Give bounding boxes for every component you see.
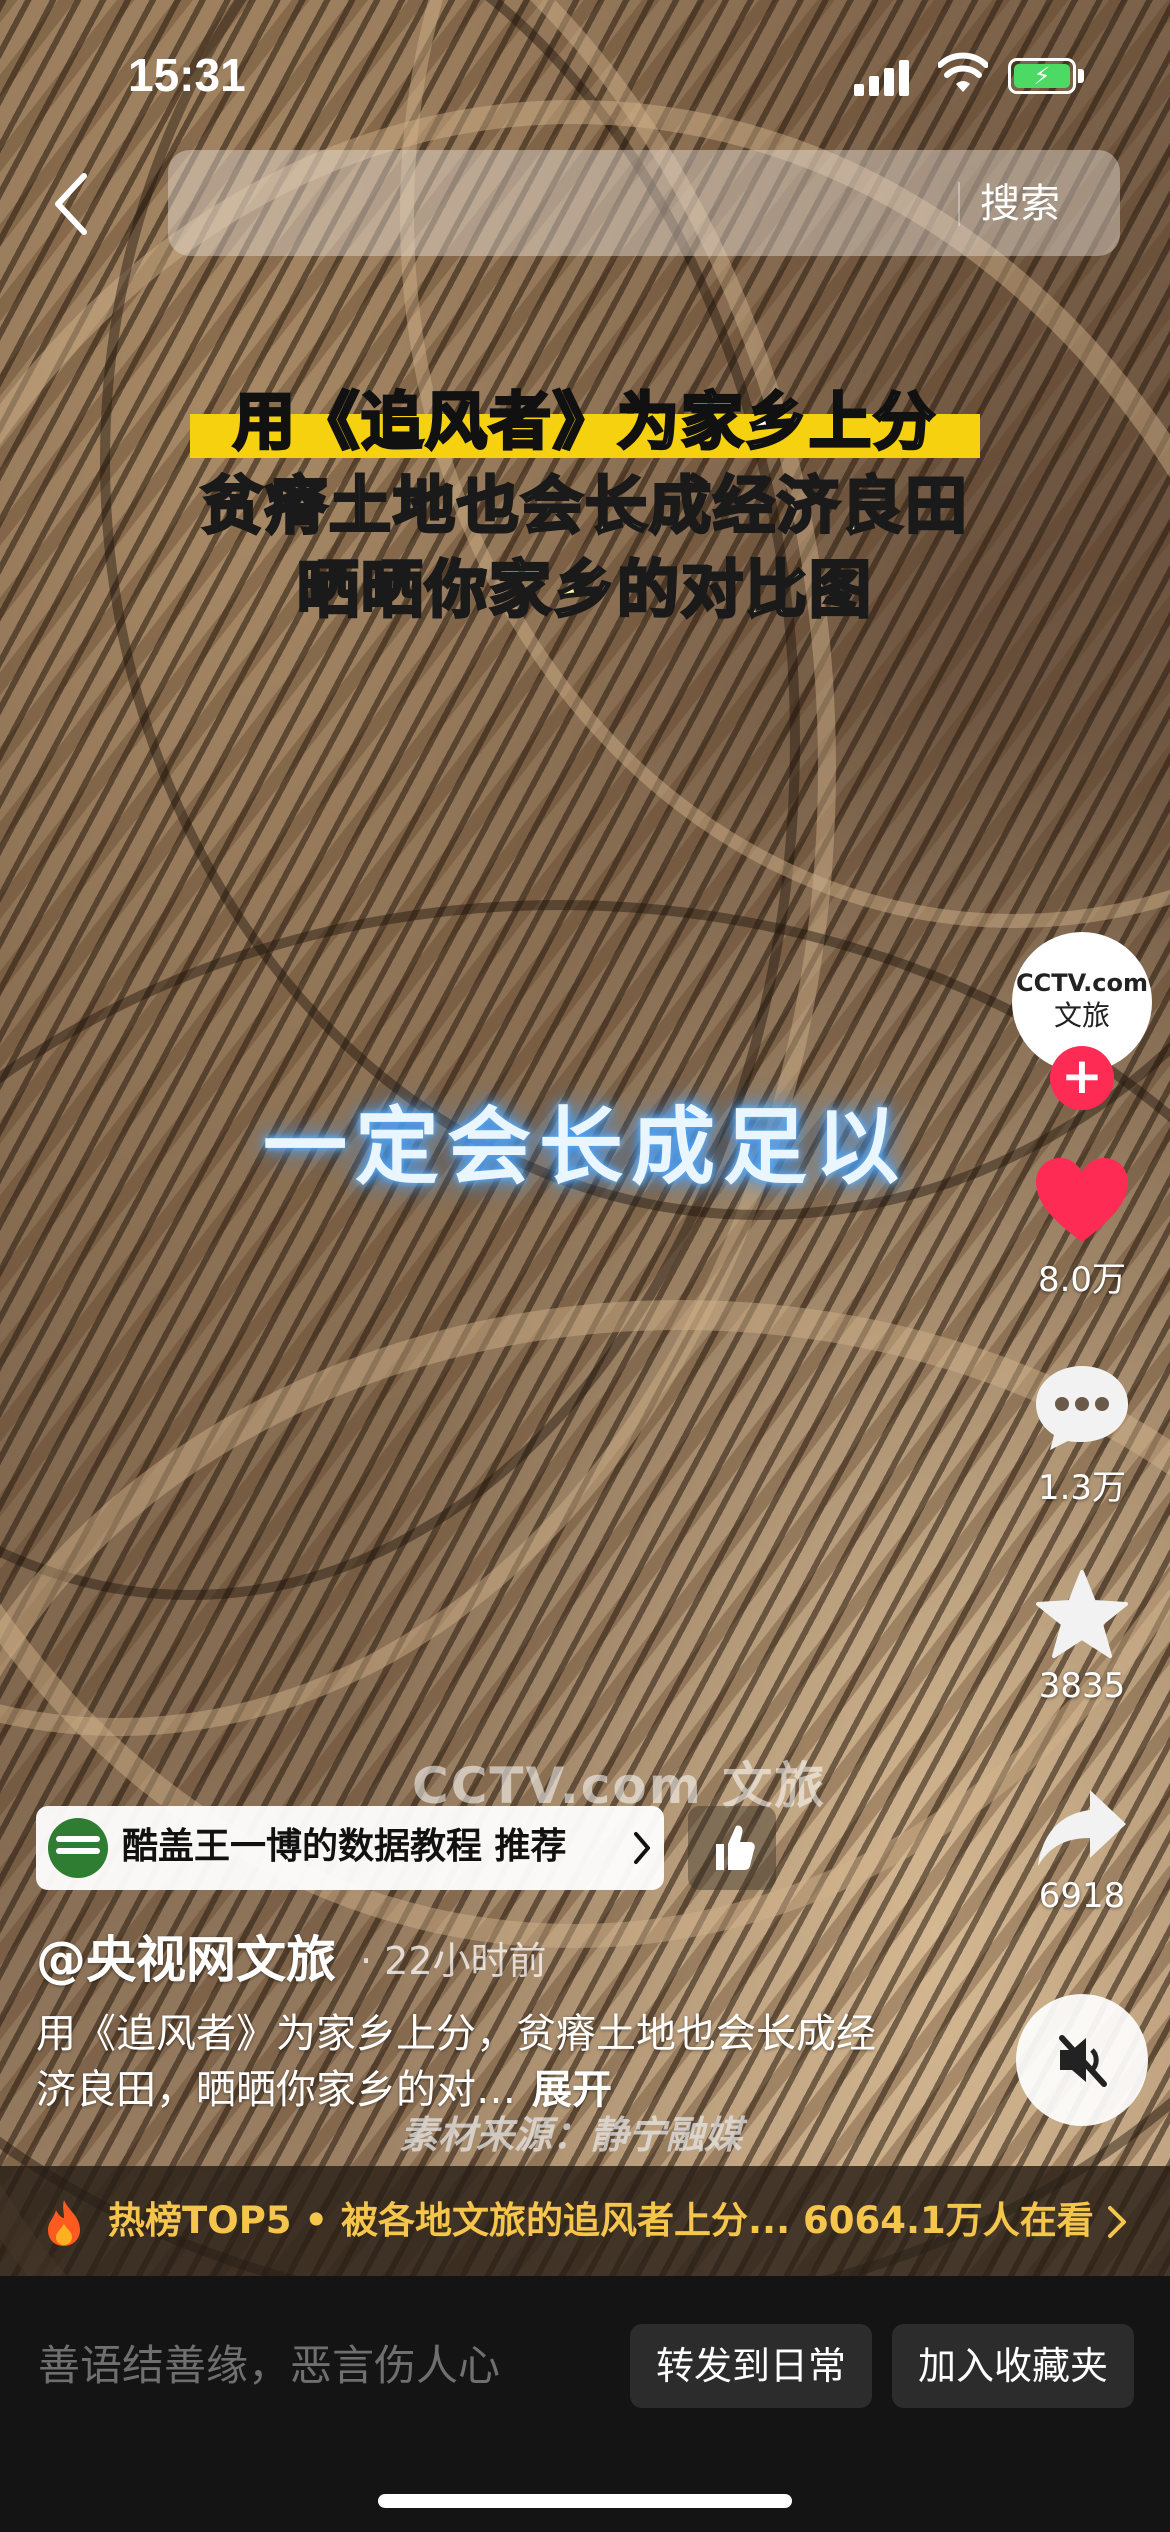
favorite-count: 3835 — [1038, 1666, 1126, 1706]
caption-line: 晒晒你家乡的对比图 — [295, 552, 873, 628]
comment-bubble-icon — [1036, 1366, 1128, 1450]
search-button[interactable]: 搜索 — [980, 176, 1060, 232]
chevron-right-icon — [1108, 2206, 1126, 2238]
add-to-favorites-button[interactable]: 加入收藏夹 — [892, 2324, 1134, 2408]
heart-icon — [1036, 1158, 1128, 1242]
video-caption: 用《追风者》为家乡上分 贫瘠土地也会长成经济良田 晒晒你家乡的对比图 — [0, 380, 1170, 632]
caption-line: 用《追风者》为家乡上分 — [231, 384, 937, 460]
share-arrow-icon — [1038, 1790, 1126, 1866]
wifi-icon — [938, 52, 988, 92]
avatar-logo: CCTV.com — [1016, 969, 1148, 997]
search-divider — [958, 182, 960, 226]
star-icon — [1036, 1570, 1128, 1658]
comment-input[interactable]: 善语结善缘，恶言伤人心 — [38, 2336, 500, 2396]
like-count: 8.0万 — [1037, 1260, 1127, 1300]
speaker-muted-icon — [1059, 2035, 1107, 2087]
share-count: 6918 — [1038, 1876, 1126, 1916]
favorite-button[interactable]: 3835 — [1012, 1568, 1152, 1706]
mute-button[interactable] — [1016, 1994, 1148, 2126]
recommendation-label: 酷盖王一博的数据教程 推荐 — [122, 1826, 567, 1867]
author-name[interactable]: @央视网文旅 — [36, 1920, 336, 1992]
comment-count: 1.3万 — [1037, 1468, 1127, 1508]
battery-icon: ⚡ — [1008, 58, 1086, 94]
recommendation-thumbnail — [48, 1818, 108, 1878]
fire-icon — [48, 2200, 80, 2246]
caption-line: 贫瘠土地也会长成经济良田 — [199, 468, 969, 544]
hot-list-text: 热榜TOP5 • 被各地文旅的追风者上分... 6064.1万人在看 — [108, 2199, 1094, 2242]
search-input[interactable]: 搜索 — [168, 150, 1120, 256]
video-subtitle: 一定会长成足以 — [262, 1097, 907, 1196]
recommendation-pill[interactable]: 酷盖王一博的数据教程 推荐 — [36, 1806, 664, 1890]
home-indicator[interactable] — [378, 2494, 792, 2508]
post-description: 用《追风者》为家乡上分，贫瘠土地也会长成经济良田，晒晒你家乡的对… 展开 — [36, 2006, 896, 2118]
comment-button[interactable]: 1.3万 — [1012, 1362, 1152, 1509]
bottom-bar: 善语结善缘，恶言伤人心 转发到日常 加入收藏夹 — [0, 2276, 1170, 2532]
back-arrow-icon[interactable] — [44, 168, 100, 240]
avatar-subtitle: 文旅 — [1053, 999, 1110, 1032]
chevron-right-icon — [634, 1832, 650, 1864]
status-time: 15:31 — [128, 49, 246, 101]
post-time: · 22小时前 — [360, 1939, 547, 1983]
description-text: 用《追风者》为家乡上分，贫瘠土地也会长成经济良田，晒晒你家乡的对… — [36, 2011, 876, 2113]
share-button[interactable]: 6918 — [1012, 1786, 1152, 1916]
hot-list-bar[interactable]: 热榜TOP5 • 被各地文旅的追风者上分... 6064.1万人在看 — [0, 2166, 1170, 2276]
thumbs-up-button[interactable] — [688, 1806, 776, 1890]
thumbs-up-icon — [716, 1825, 755, 1870]
cellular-signal-icon — [854, 56, 910, 96]
like-button[interactable]: 8.0万 — [1012, 1156, 1152, 1301]
status-bar: 15:31 ⚡ — [0, 0, 1170, 150]
follow-button[interactable]: + — [1050, 1046, 1114, 1110]
forward-to-daily-button[interactable]: 转发到日常 — [630, 2324, 872, 2408]
expand-button[interactable]: 展开 — [532, 2067, 612, 2113]
